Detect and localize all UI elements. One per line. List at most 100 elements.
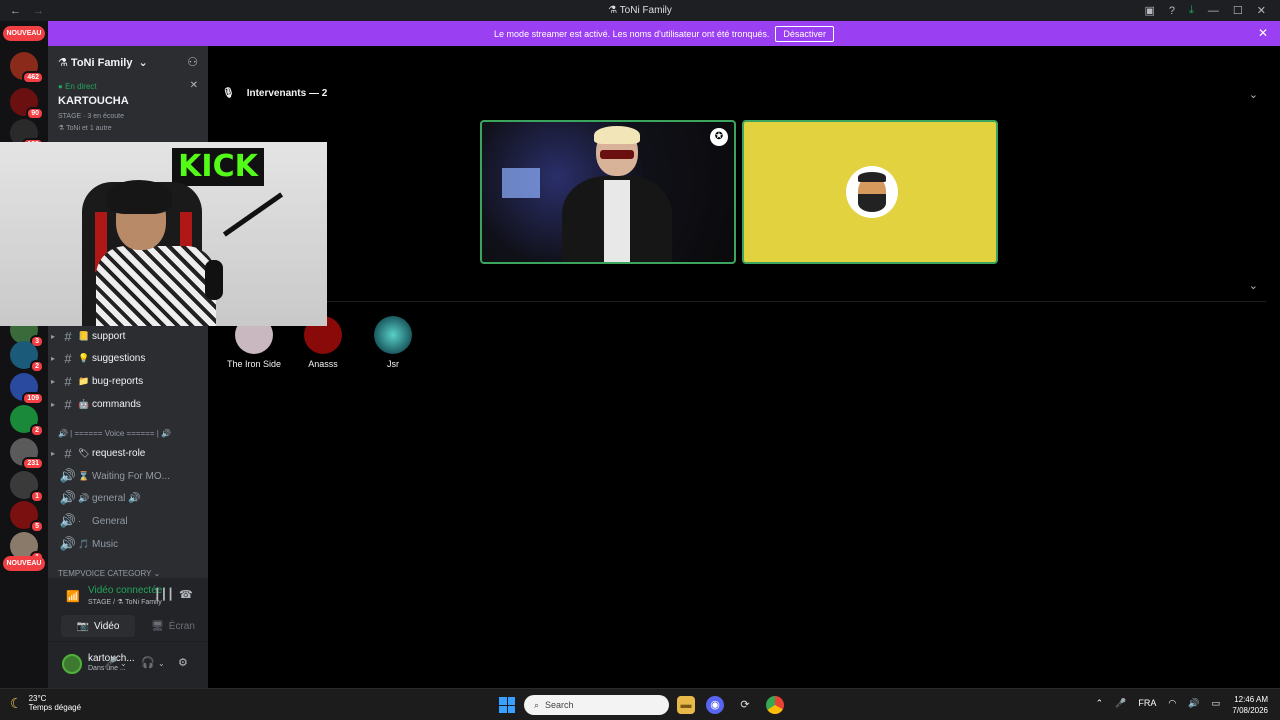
wifi-icon[interactable]: ◠ <box>1168 698 1176 709</box>
chevron-down-icon[interactable]: ⌄ <box>1249 88 1258 101</box>
voice-channel-waiting[interactable]: 🔊 ⌛ Waiting For MO... <box>48 466 208 486</box>
battery-icon[interactable]: ▭ <box>1211 698 1220 709</box>
disable-streamer-button[interactable]: Désactiver <box>775 25 834 42</box>
mention-badge: 90 <box>26 107 44 120</box>
voice-channel-general-speaker[interactable]: 🔊 🔊 general 🔊 <box>48 488 208 508</box>
volume-icon[interactable]: 🔊 <box>1188 698 1199 709</box>
live-stage-card[interactable]: ● En direct KARTOUCHA STAGE · 3 en écout… <box>48 78 208 136</box>
tempvoice-category[interactable]: TEMPVOICE CATEGORY ⌄ <box>58 569 160 578</box>
voice-channel-music[interactable]: 🔊 🎵 Music <box>48 534 208 554</box>
chevron-up-icon[interactable]: ⌃ <box>1096 698 1104 709</box>
speaker-avatar-tile[interactable] <box>742 120 998 264</box>
signal-icon[interactable]: 📶 <box>66 590 80 603</box>
stage-area: 🎙 Intervenants — 2 ⌄ ✪ ⌄ The Iron Side A… <box>208 46 1280 688</box>
server-icon[interactable]: 462 <box>10 52 44 84</box>
hash-icon: # <box>64 373 72 389</box>
close-icon[interactable]: ✕ <box>1258 26 1268 40</box>
microphone-icon[interactable]: 🎤 <box>104 656 118 669</box>
date: 7/08/2026 <box>1232 706 1268 715</box>
title-bar: ← → ⚗ ToNi Family ▣ ? ⤓ — ☐ ✕ <box>0 0 1280 21</box>
moon-icon: ☾ <box>10 694 23 711</box>
time: 12:46 AM <box>1234 695 1268 704</box>
divider <box>222 301 1266 302</box>
chevron-down-icon[interactable]: ⌄ <box>1249 279 1258 292</box>
inbox-icon[interactable]: ▣ <box>1145 4 1155 17</box>
download-icon[interactable]: ⤓ <box>1189 4 1194 17</box>
chrome-icon[interactable] <box>766 696 784 714</box>
channel-commands[interactable]: ▸ # 🤖 commands <box>48 394 208 414</box>
audience-member[interactable]: Jsr <box>363 316 423 369</box>
hash-icon: # <box>64 328 72 344</box>
channel-support[interactable]: ▸ # 📒 support <box>48 326 208 346</box>
server-icon[interactable]: 109 <box>10 373 44 405</box>
gear-icon[interactable]: ⚙ <box>178 656 188 669</box>
user-panel: kartouch... Dans une ... 🎤 ⌄ 🎧 ⌄ ⚙ <box>48 642 208 688</box>
speaker-icon: 🔊 <box>59 513 77 528</box>
server-icon[interactable]: 1 <box>10 471 44 503</box>
live-indicator: ● En direct <box>58 82 97 91</box>
noise-suppression-icon[interactable]: ┃┃┃ <box>154 588 174 601</box>
close-window-button[interactable]: ✕ <box>1257 4 1266 17</box>
window-controls: ▣ ? ⤓ — ☐ ✕ <box>1145 4 1280 17</box>
mention-badge: 462 <box>22 71 44 84</box>
app-icon[interactable]: ⟳ <box>736 696 754 714</box>
channel-suggestions[interactable]: ▸ # 💡 suggestions <box>48 348 208 368</box>
invite-icon[interactable]: ⚇ <box>187 55 198 69</box>
live-meta-listeners: ⚗ ToNi et 1 autre <box>58 125 112 132</box>
avatar <box>374 316 412 354</box>
language-indicator[interactable]: FRA <box>1138 698 1156 709</box>
new-badge: NOUVEAU <box>3 556 45 571</box>
forward-button[interactable]: → <box>33 5 44 17</box>
server-icon[interactable]: 231 <box>10 438 44 470</box>
voice-category[interactable]: 🔊 | ====== Voice ====== | 🔊 <box>58 429 171 438</box>
server-icon[interactable]: 90 <box>10 88 44 120</box>
channel-bug-reports[interactable]: ▸ # 📁 bug-reports <box>48 371 208 391</box>
mention-badge: 5 <box>30 520 44 533</box>
windows-start-icon[interactable] <box>499 697 515 713</box>
channel-request-role[interactable]: ▸ # 🏷 request-role <box>48 443 208 463</box>
clock[interactable]: 12:46 AM 7/08/2026 <box>1232 694 1268 716</box>
chevron-down-icon[interactable]: ⌄ <box>120 659 127 668</box>
nav-buttons: ← → <box>0 5 44 17</box>
camera-icon: 📷 <box>76 620 90 632</box>
speaker-icon: 🔊 <box>59 468 77 483</box>
disconnect-icon[interactable]: ☎ <box>179 588 193 601</box>
webcam-overlay: KICK <box>0 142 327 326</box>
speaker-video-tile[interactable]: ✪ <box>480 120 736 264</box>
help-icon[interactable]: ? <box>1169 5 1175 17</box>
voice-channel-general[interactable]: 🔊 · General <box>48 511 208 531</box>
headphones-icon[interactable]: 🎧 <box>141 656 155 669</box>
server-icon[interactable]: 2 <box>10 341 44 373</box>
screen-icon: 🖥 <box>151 620 164 632</box>
video-button[interactable]: 📷 Vidéo <box>61 615 135 637</box>
server-name: ⚗ ToNi Family <box>58 56 133 69</box>
minimize-button[interactable]: — <box>1208 5 1219 17</box>
back-button[interactable]: ← <box>10 5 21 17</box>
mention-badge: 1 <box>30 490 44 503</box>
voice-channel-path[interactable]: STAGE / ⚗ ToNi Family <box>88 598 162 606</box>
system-tray: ⌃ 🎤 FRA ◠ 🔊 ▭ <box>1096 698 1220 709</box>
voice-connection-panel: 📶 Vidéo connectée STAGE / ⚗ ToNi Family … <box>48 578 208 642</box>
chevron-down-icon[interactable]: ⌄ <box>158 659 165 668</box>
weather-text: Temps dégagé <box>28 703 82 712</box>
weather-widget[interactable]: ☾ 23°C Temps dégagé <box>10 694 81 712</box>
banner-message: Le mode streamer est activé. Les noms d'… <box>494 28 770 39</box>
audience-name: Jsr <box>387 359 399 369</box>
mention-badge: 109 <box>22 392 44 405</box>
server-icon[interactable]: 2 <box>10 405 44 437</box>
file-explorer-icon[interactable]: ▬ <box>677 696 695 714</box>
voice-status[interactable]: Vidéo connectée <box>88 585 162 596</box>
server-header[interactable]: ⚗ ToNi Family ⌄ ⚇ <box>48 46 208 78</box>
discord-icon[interactable]: ◉ <box>706 696 724 714</box>
streamer-mode-banner: Le mode streamer est activé. Les noms d'… <box>48 21 1280 46</box>
avatar[interactable] <box>62 654 82 674</box>
mention-badge: 2 <box>30 360 44 373</box>
maximize-button[interactable]: ☐ <box>1233 4 1243 17</box>
taskbar-search[interactable]: ⌕ Search <box>524 695 669 715</box>
close-icon[interactable]: ✕ <box>190 80 198 91</box>
server-icon[interactable]: 5 <box>10 501 44 533</box>
microphone-icon[interactable]: 🎤 <box>1115 698 1126 709</box>
screen-share-button[interactable]: 🖥 Écran <box>136 615 210 637</box>
avatar <box>846 166 898 218</box>
kick-sign: KICK <box>172 148 264 186</box>
